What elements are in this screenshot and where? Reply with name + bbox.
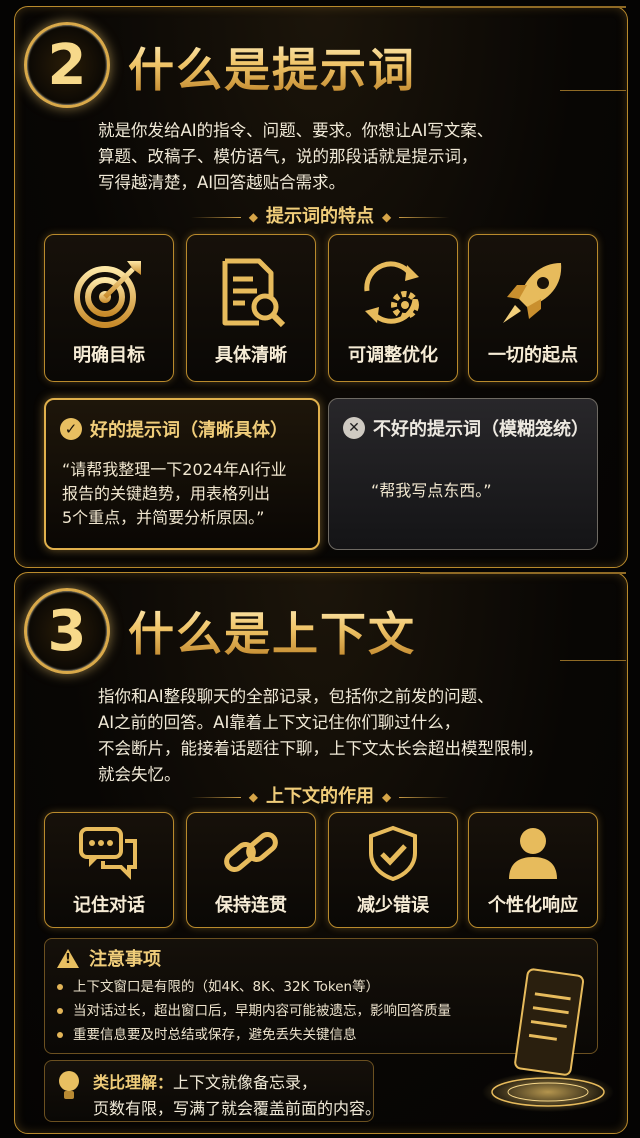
- good-prompt-quote: “请帮我整理一下2024年AI行业 报告的关键趋势，用表格列出 5个重点，并简要…: [62, 458, 287, 530]
- decor-line: [560, 660, 626, 661]
- section-intro: 指你和AI整段聊天的全部记录，包括你之前发的问题、 AI之前的回答。AI靠着上下…: [98, 684, 568, 788]
- features-heading-text: 提示词的特点: [266, 206, 374, 227]
- chain-link-icon: [187, 825, 315, 881]
- refresh-gear-icon: [329, 255, 457, 331]
- lightbulb-icon: [59, 1071, 79, 1091]
- intro-line: 不会断片，能接着话题往下聊，上下文太长会超出模型限制，: [98, 739, 544, 758]
- feature-label: 明确目标: [73, 345, 145, 366]
- feature-card-start: 一切的起点: [468, 234, 598, 382]
- user-icon: [469, 825, 597, 881]
- decor-line: [420, 6, 626, 8]
- section-intro: 就是你发给AI的指令、问题、要求。你想让AI写文案、 算题、改稿子、模仿语气，说…: [98, 118, 538, 196]
- decor-line: [420, 572, 626, 574]
- feature-card-optimize: 可调整优化: [328, 234, 458, 382]
- bad-prompt-title: ✕ 不好的提示词（模糊笼统）: [343, 415, 589, 441]
- analogy-text: 上下文就像备忘录，: [173, 1073, 318, 1092]
- intro-line: 写得越清楚，AI回答越贴合需求。: [98, 173, 346, 192]
- x-circle-icon: ✕: [343, 417, 365, 439]
- rocket-icon: [469, 255, 597, 331]
- notice-heading: ! 注意事项: [57, 945, 161, 971]
- feature-label: 一切的起点: [488, 345, 578, 366]
- role-card-coherent: 保持连贯: [186, 812, 316, 928]
- check-circle-icon: ✓: [60, 418, 82, 440]
- bad-prompt-quote: “帮我写点东西。”: [371, 481, 492, 500]
- role-label: 保持连贯: [215, 895, 287, 916]
- feature-label: 具体清晰: [215, 345, 287, 366]
- good-prompt-box: ✓ 好的提示词（清晰具体） “请帮我整理一下2024年AI行业 报告的关键趋势，…: [44, 398, 320, 550]
- analogy-label: 类比理解：: [93, 1073, 174, 1092]
- shield-check-icon: [329, 825, 457, 881]
- bad-title-text: 不好的提示词（模糊笼统）: [373, 419, 589, 440]
- intro-line: 指你和AI整段聊天的全部记录，包括你之前发的问题、: [98, 687, 494, 706]
- notice-item: 上下文窗口是有限的（如4K、8K、32K Token等）: [57, 975, 451, 999]
- lightbulb-base: [64, 1091, 74, 1099]
- decor-line: [560, 90, 626, 91]
- section-number-2: 2: [24, 22, 110, 108]
- role-card-reduce-errors: 减少错误: [328, 812, 458, 928]
- role-label: 个性化响应: [488, 895, 578, 916]
- section-title: 什么是上下文: [128, 598, 416, 664]
- chat-bubbles-icon: [45, 825, 173, 881]
- roles-heading: ◆ 上下文的作用 ◆: [0, 782, 640, 808]
- document-search-icon: [187, 255, 315, 331]
- analogy-line-1: 类比理解：上下文就像备忘录，: [93, 1069, 317, 1093]
- notice-list: 上下文窗口是有限的（如4K、8K、32K Token等） 当对话过长，超出窗口后…: [57, 975, 451, 1047]
- intro-line: 就是你发给AI的指令、问题、要求。你想让AI写文案、: [98, 121, 494, 140]
- role-label: 减少错误: [357, 895, 429, 916]
- analogy-box: 类比理解：上下文就像备忘录， 页数有限，写满了就会覆盖前面的内容。: [44, 1060, 381, 1122]
- quote-line: “请帮我整理一下2024年AI行业: [62, 460, 287, 479]
- intro-line: AI之前的回答。AI靠着上下文记住你们聊过什么，: [98, 713, 461, 732]
- notice-item: 重要信息要及时总结或保存，避免丢失关键信息: [57, 1023, 451, 1047]
- feature-card-clarity: 具体清晰: [186, 234, 316, 382]
- features-heading: ◆ 提示词的特点 ◆: [0, 202, 640, 228]
- good-prompt-title: ✓ 好的提示词（清晰具体）: [60, 416, 288, 442]
- quote-line: 5个重点，并简要分析原因。”: [62, 508, 265, 527]
- section-title: 什么是提示词: [128, 34, 416, 100]
- role-card-remember: 记住对话: [44, 812, 174, 928]
- role-label: 记住对话: [73, 895, 145, 916]
- feature-card-target: 明确目标: [44, 234, 174, 382]
- notice-title: 注意事项: [89, 949, 161, 970]
- memo-illustration: [478, 960, 618, 1120]
- section-number-3: 3: [24, 588, 110, 674]
- bad-prompt-box: ✕ 不好的提示词（模糊笼统） “帮我写点东西。”: [328, 398, 598, 550]
- role-card-personalize: 个性化响应: [468, 812, 598, 928]
- warning-icon: !: [57, 948, 79, 968]
- target-icon: [45, 255, 173, 331]
- intro-line: 算题、改稿子、模仿语气，说的那段话就是提示词，: [98, 147, 478, 166]
- notice-item: 当对话过长，超出窗口后，早期内容可能被遗忘，影响回答质量: [57, 999, 451, 1023]
- analogy-text: 页数有限，写满了就会覆盖前面的内容。: [93, 1099, 382, 1118]
- roles-heading-text: 上下文的作用: [266, 786, 374, 807]
- good-title-text: 好的提示词（清晰具体）: [90, 420, 288, 441]
- quote-line: 报告的关键趋势，用表格列出: [62, 484, 271, 503]
- feature-label: 可调整优化: [348, 345, 438, 366]
